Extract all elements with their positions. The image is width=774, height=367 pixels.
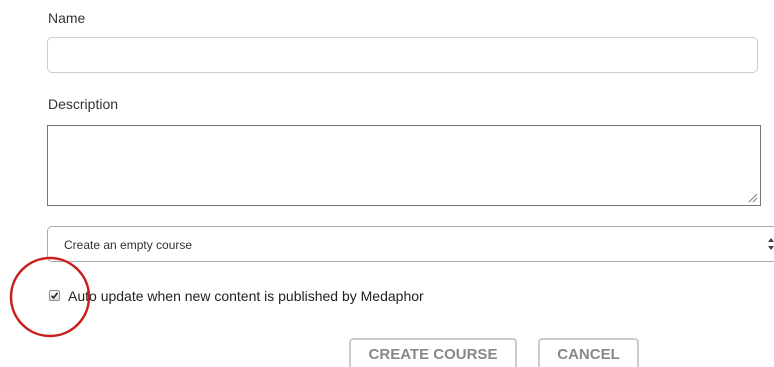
description-label: Description bbox=[48, 96, 119, 112]
create-course-form: Name Description Create an empty course … bbox=[0, 0, 774, 367]
auto-update-label: Auto update when new content is publishe… bbox=[68, 288, 424, 304]
name-input[interactable] bbox=[47, 37, 758, 73]
course-type-selected-value: Create an empty course bbox=[64, 238, 193, 252]
resize-grip-icon[interactable] bbox=[748, 193, 758, 203]
auto-update-checkbox[interactable] bbox=[49, 290, 60, 301]
create-course-button[interactable]: CREATE COURSE bbox=[349, 338, 517, 367]
select-arrows-icon bbox=[768, 238, 774, 250]
cancel-button[interactable]: CANCEL bbox=[538, 338, 639, 367]
course-type-select[interactable]: Create an empty course bbox=[47, 226, 774, 262]
checkmark-icon bbox=[50, 292, 59, 300]
description-textarea[interactable] bbox=[47, 125, 761, 206]
name-label: Name bbox=[48, 10, 86, 26]
